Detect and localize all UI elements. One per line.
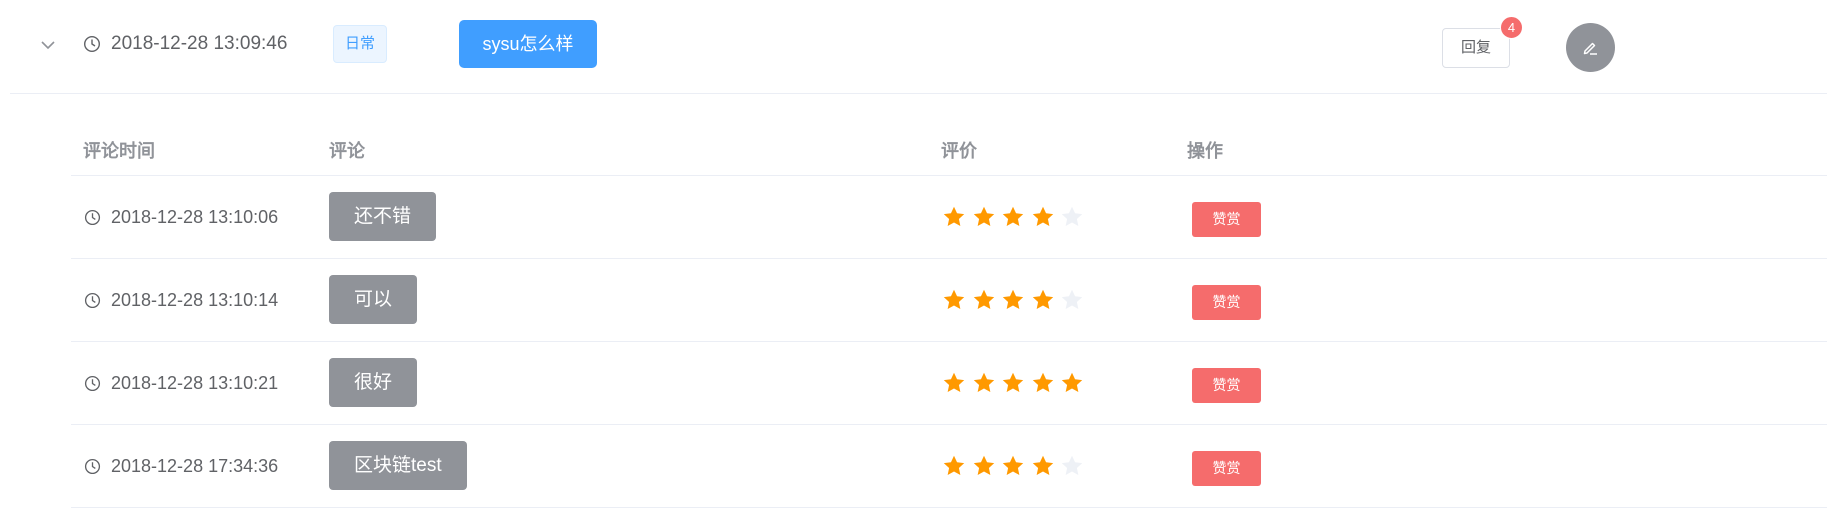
post-panel: 2018-12-28 13:09:46 日常 sysu怎么样 回复 4 评论时间… xyxy=(0,0,1827,527)
table-row: 2018-12-28 17:34:36 区块链test 赞赏 xyxy=(71,425,1827,508)
comment-text: 很好 xyxy=(329,358,418,407)
reward-button[interactable]: 赞赏 xyxy=(1192,368,1261,403)
star-filled-icon[interactable] xyxy=(972,205,996,229)
post-row: 2018-12-28 13:09:46 日常 sysu怎么样 回复 4 xyxy=(10,0,1827,94)
star-empty-icon[interactable] xyxy=(1060,454,1084,478)
clock-icon xyxy=(84,375,101,392)
star-filled-icon[interactable] xyxy=(1001,205,1025,229)
star-filled-icon[interactable] xyxy=(1001,371,1025,395)
star-filled-icon[interactable] xyxy=(942,205,966,229)
table-row: 2018-12-28 13:10:21 很好 赞赏 xyxy=(71,342,1827,425)
star-filled-icon[interactable] xyxy=(942,454,966,478)
comment-time: 2018-12-28 17:34:36 xyxy=(111,456,279,476)
edit-button[interactable] xyxy=(1566,23,1615,72)
star-filled-icon[interactable] xyxy=(972,288,996,312)
rating-stars xyxy=(942,288,1090,312)
star-filled-icon[interactable] xyxy=(942,288,966,312)
reward-button[interactable]: 赞赏 xyxy=(1192,202,1261,237)
star-filled-icon[interactable] xyxy=(1031,371,1055,395)
table-row: 2018-12-28 13:10:06 还不错 赞赏 xyxy=(71,176,1827,259)
star-filled-icon[interactable] xyxy=(942,371,966,395)
star-empty-icon[interactable] xyxy=(1060,205,1084,229)
comment-text: 还不错 xyxy=(329,192,437,241)
star-filled-icon[interactable] xyxy=(972,371,996,395)
comment-text: 区块链test xyxy=(329,441,467,490)
table-body: 2018-12-28 13:10:06 还不错 赞赏 2018-12-28 13… xyxy=(71,176,1827,508)
comment-text: 可以 xyxy=(329,275,418,324)
header-comment: 评论 xyxy=(329,141,365,161)
rating-stars xyxy=(942,205,1090,229)
category-tag: 日常 xyxy=(333,25,387,63)
star-filled-icon[interactable] xyxy=(1060,371,1084,395)
star-filled-icon[interactable] xyxy=(1031,454,1055,478)
star-filled-icon[interactable] xyxy=(972,454,996,478)
post-time: 2018-12-28 13:09:46 xyxy=(111,33,288,54)
comment-time: 2018-12-28 13:10:14 xyxy=(111,290,279,310)
edit-pen-icon xyxy=(1583,42,1597,55)
post-title-button[interactable]: sysu怎么样 xyxy=(459,20,597,68)
clock-icon xyxy=(84,209,101,226)
star-filled-icon[interactable] xyxy=(1031,288,1055,312)
chevron-down-icon[interactable] xyxy=(39,38,57,52)
star-empty-icon[interactable] xyxy=(1060,288,1084,312)
header-rating: 评价 xyxy=(941,141,977,161)
table-header: 评论时间 评论 评价 操作 xyxy=(71,93,1827,176)
star-filled-icon[interactable] xyxy=(1001,288,1025,312)
header-action: 操作 xyxy=(1187,141,1223,161)
clock-icon xyxy=(83,35,101,53)
reward-button[interactable]: 赞赏 xyxy=(1192,285,1261,320)
comments-table: 评论时间 评论 评价 操作 2018-12-28 13:10:06 还不错 赞赏… xyxy=(71,93,1827,508)
reply-button[interactable]: 回复 xyxy=(1442,28,1510,68)
comment-time: 2018-12-28 13:10:06 xyxy=(111,207,279,227)
comment-time: 2018-12-28 13:10:21 xyxy=(111,373,279,393)
reply-count-badge: 4 xyxy=(1500,16,1523,39)
star-filled-icon[interactable] xyxy=(1001,454,1025,478)
clock-icon xyxy=(84,458,101,475)
clock-icon xyxy=(84,292,101,309)
table-row: 2018-12-28 13:10:14 可以 赞赏 xyxy=(71,259,1827,342)
star-filled-icon[interactable] xyxy=(1031,205,1055,229)
rating-stars xyxy=(942,454,1090,478)
rating-stars xyxy=(942,371,1090,395)
header-comment-time: 评论时间 xyxy=(83,141,155,161)
reward-button[interactable]: 赞赏 xyxy=(1192,451,1261,486)
